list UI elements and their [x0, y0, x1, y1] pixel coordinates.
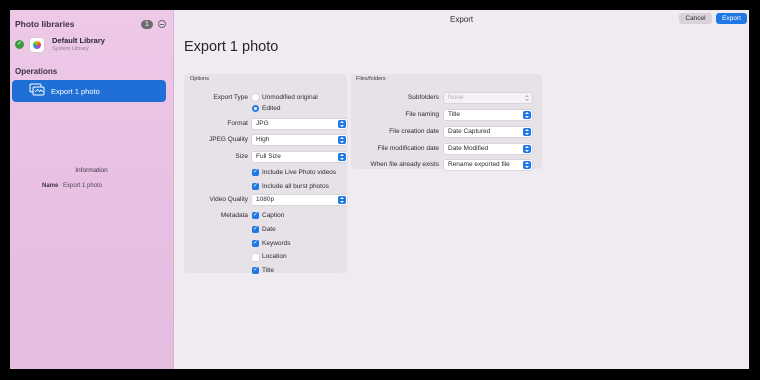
popup-arrows-icon — [338, 153, 346, 161]
photos-library-icon — [29, 37, 45, 53]
subfolders-select[interactable]: None — [444, 93, 532, 103]
modification-date-value: Date Modified — [448, 145, 489, 152]
jpeg-quality-select[interactable]: High — [252, 135, 347, 145]
info-name-key: Name — [42, 183, 59, 189]
information-title: Information — [75, 167, 108, 174]
popup-arrows-icon — [338, 196, 346, 204]
radio-unmodified-label: Unmodified original — [262, 94, 318, 101]
metadata-location-checkbox[interactable] — [252, 254, 259, 261]
video-quality-label: Video Quality — [209, 196, 248, 203]
options-panel: Options Export Type Unmodified original … — [184, 74, 347, 274]
video-quality-value: 1080p — [256, 196, 275, 203]
metadata-title-label: Title — [262, 267, 275, 274]
operations-header: Operations — [15, 67, 58, 76]
size-value: Full Size — [256, 153, 281, 160]
popup-arrows-icon — [338, 120, 346, 128]
include-live-label: Include Live Photo videos — [262, 169, 337, 176]
creation-date-value: Date Captured — [448, 128, 491, 135]
file-exists-label: When file already exists — [370, 161, 439, 168]
popup-arrows-icon — [523, 161, 531, 169]
popup-arrows-icon — [338, 136, 346, 144]
size-select[interactable]: Full Size — [252, 152, 347, 162]
page-title: Export 1 photo — [184, 39, 279, 55]
library-name: Default Library — [52, 36, 105, 45]
jpeg-quality-value: High — [256, 136, 270, 143]
library-subtitle: System Library — [52, 46, 89, 52]
subfolders-label: Subfolders — [407, 94, 439, 101]
operation-item-export[interactable]: Export 1 photo — [12, 80, 166, 102]
options-title: Options — [190, 76, 209, 82]
metadata-date-checkbox[interactable]: ✓ — [252, 226, 259, 233]
file-exists-value: Rename exported file — [448, 161, 510, 168]
radio-unmodified[interactable] — [252, 94, 259, 101]
popup-arrows-icon — [523, 128, 531, 136]
library-row-default[interactable]: ✓ Default Library System Library — [15, 36, 165, 56]
remove-circle-icon[interactable] — [158, 20, 166, 28]
metadata-location-label: Location — [262, 253, 287, 260]
export-button[interactable]: Export — [716, 13, 747, 24]
file-naming-label: File naming — [405, 111, 439, 118]
include-burst-label: Include all burst photos — [262, 183, 329, 190]
size-label: Size — [235, 153, 248, 160]
export-photo-icon — [29, 83, 45, 96]
radio-edited-label: Edited — [262, 105, 281, 112]
info-name-value: Export 1 photo — [63, 183, 103, 189]
metadata-caption-checkbox[interactable]: ✓ — [252, 212, 259, 219]
photo-libraries-header: Photo libraries — [15, 19, 75, 29]
file-exists-select[interactable]: Rename exported file — [444, 160, 532, 170]
metadata-title-checkbox[interactable]: ✓ — [252, 267, 259, 274]
metadata-caption-label: Caption — [262, 212, 285, 219]
popup-arrows-icon — [523, 145, 531, 153]
sidebar: Photo libraries 1 ✓ Default Library Syst… — [10, 10, 174, 369]
export-window: Photo libraries 1 ✓ Default Library Syst… — [10, 10, 749, 369]
include-burst-checkbox[interactable]: ✓ — [252, 183, 259, 190]
operation-label: Export 1 photo — [51, 87, 100, 96]
modification-date-label: File modification date — [377, 145, 439, 152]
format-select[interactable]: JPG — [252, 119, 347, 129]
metadata-keywords-checkbox[interactable]: ✓ — [252, 240, 259, 247]
metadata-label: Metadata — [220, 212, 248, 219]
subfolders-value: None — [448, 94, 464, 101]
files-folders-panel: Files/folders Subfolders None File namin… — [351, 74, 542, 170]
video-quality-select[interactable]: 1080p — [252, 195, 347, 205]
include-live-checkbox[interactable]: ✓ — [252, 169, 259, 176]
library-count-badge: 1 — [141, 20, 153, 29]
radio-edited[interactable] — [252, 105, 259, 112]
popup-arrows-icon — [523, 94, 531, 102]
jpeg-quality-label: JPEG Quality — [208, 136, 248, 143]
metadata-keywords-label: Keywords — [262, 240, 291, 247]
checkmark-circle-icon: ✓ — [15, 40, 24, 49]
window-title: Export — [450, 15, 474, 24]
popup-arrows-icon — [523, 111, 531, 119]
creation-date-select[interactable]: Date Captured — [444, 127, 532, 137]
format-value: JPG — [256, 120, 269, 127]
format-label: Format — [227, 120, 248, 127]
cancel-button[interactable]: Cancel — [679, 13, 712, 24]
file-naming-select[interactable]: Title — [444, 110, 532, 120]
creation-date-label: File creation date — [389, 128, 439, 135]
export-type-label: Export Type — [213, 94, 248, 101]
modification-date-select[interactable]: Date Modified — [444, 144, 532, 154]
files-folders-title: Files/folders — [356, 76, 386, 82]
metadata-date-label: Date — [262, 226, 276, 233]
file-naming-value: Title — [448, 111, 461, 118]
